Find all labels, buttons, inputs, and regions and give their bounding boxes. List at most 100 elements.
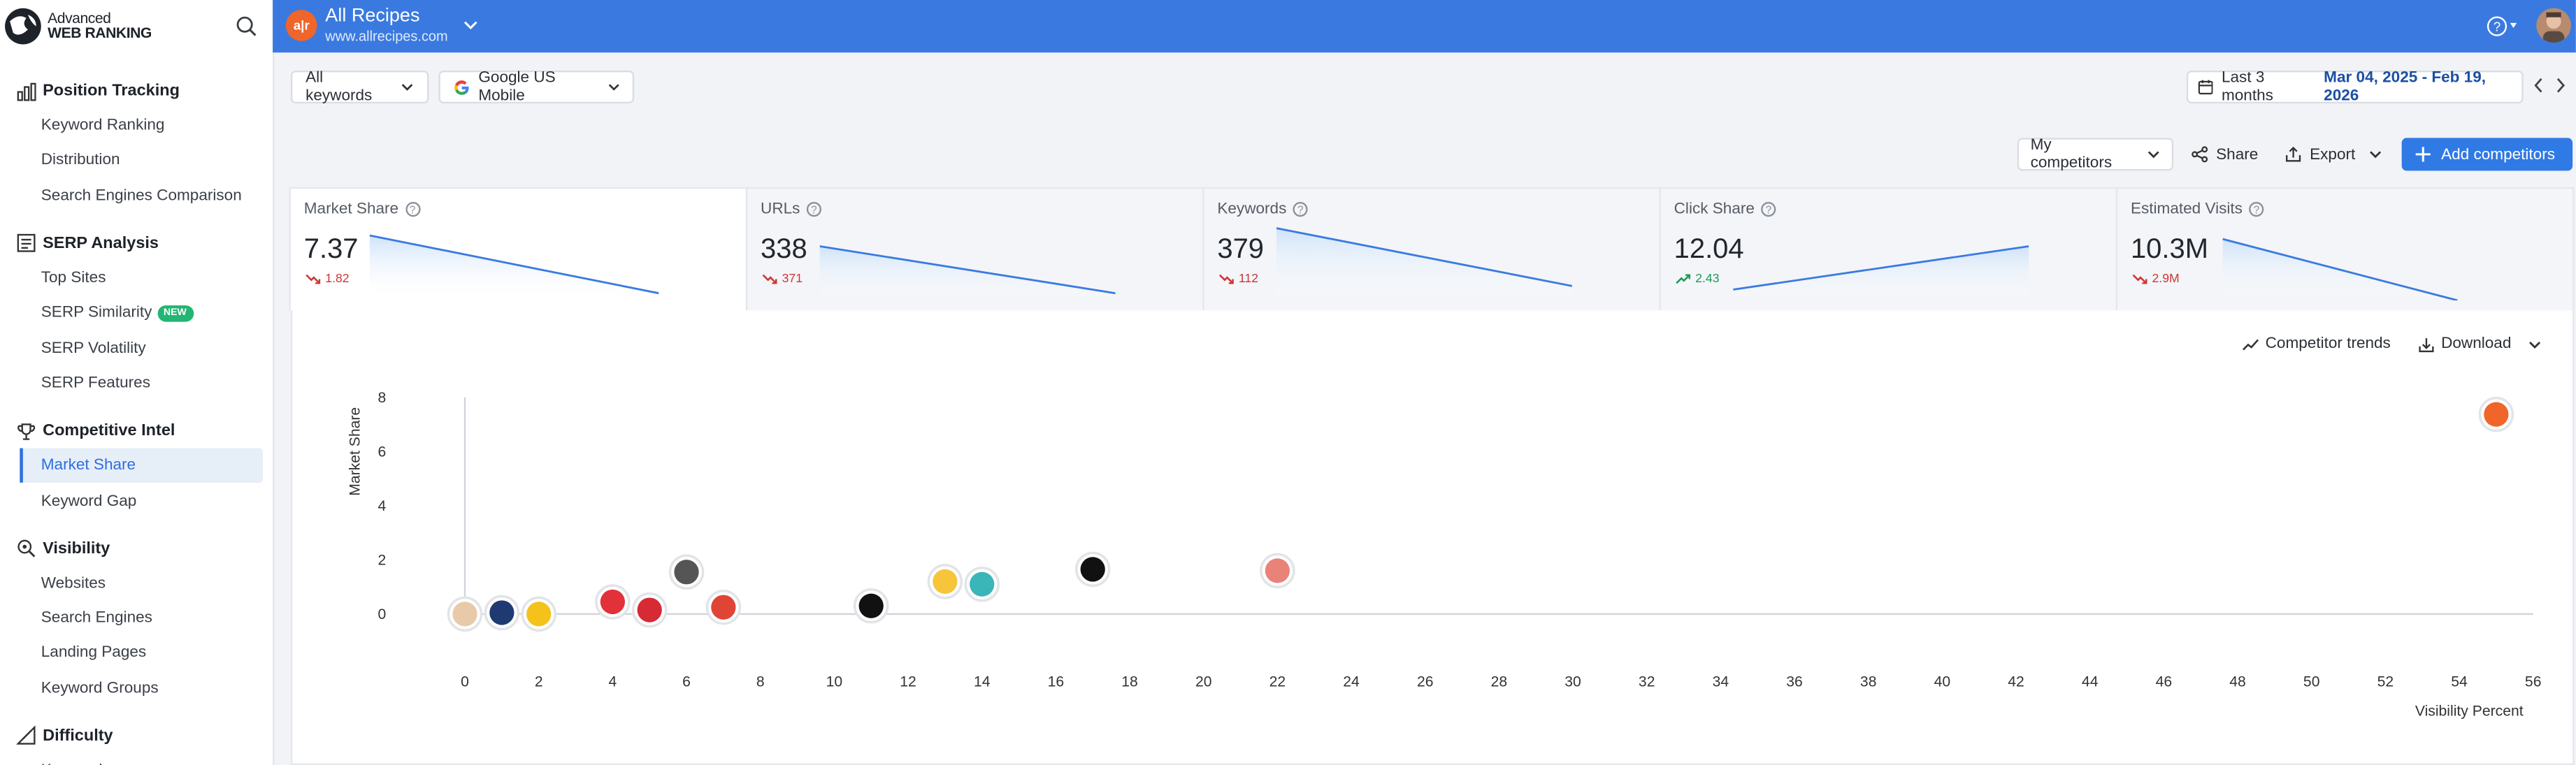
my-competitors-dropdown[interactable]: My competitors: [2017, 136, 2174, 173]
sidebar-item-market-share[interactable]: Market Share: [20, 448, 263, 483]
export-label: Export: [2310, 145, 2356, 163]
sidebar-item-websites[interactable]: Websites: [0, 566, 273, 601]
x-tick-label: 40: [1934, 673, 1951, 690]
help-icon[interactable]: ?: [2487, 16, 2507, 36]
question-icon[interactable]: ?: [405, 202, 420, 217]
sidebar-item-landing-pages[interactable]: Landing Pages: [0, 636, 273, 671]
serp-icon: [17, 234, 36, 253]
question-icon[interactable]: ?: [2249, 202, 2264, 217]
metric-card-urls[interactable]: URLs? 338 371: [745, 187, 1204, 312]
data-point-red-badge-icon[interactable]: [705, 589, 742, 625]
data-point-swirl-heart-icon[interactable]: [668, 554, 705, 590]
sidebar-section-competitive-intel[interactable]: Competitive Intel: [0, 414, 273, 448]
download-dropdown[interactable]: Download: [2418, 335, 2540, 353]
new-badge: NEW: [157, 305, 194, 322]
competitor-trends-button[interactable]: Competitor trends: [2243, 335, 2391, 353]
x-tick-label: 6: [682, 673, 691, 690]
sidebar-item-search-engines-comparison[interactable]: Search Engines Comparison: [0, 178, 273, 213]
add-competitors-button[interactable]: Add competitors: [2401, 138, 2573, 171]
logo-text: Advanced WEB RANKING: [48, 10, 152, 41]
share-button[interactable]: Share: [2192, 138, 2258, 170]
sidebar-item-label: Websites: [41, 574, 106, 592]
sidebar-item-serp-features[interactable]: SERP Features: [0, 366, 273, 401]
data-point-red-square-icon[interactable]: [631, 592, 668, 628]
data-point-yellow-hat-icon[interactable]: [927, 564, 963, 599]
add-competitors-label: Add competitors: [2441, 145, 2556, 163]
x-tick-label: 20: [1195, 673, 1212, 690]
sidebar-section-serp-analysis[interactable]: SERP Analysis: [0, 226, 273, 261]
data-point-letter-f-icon[interactable]: [853, 588, 889, 624]
metric-label: Estimated Visits: [2130, 200, 2243, 219]
data-point-red-whisk-icon[interactable]: [595, 584, 631, 620]
sidebar-item-serp-volatility[interactable]: SERP Volatility: [0, 330, 273, 365]
metric-label-row: Market Share?: [304, 201, 420, 219]
project-chevron-down-icon[interactable]: [463, 20, 478, 31]
previous-period-chevron-icon[interactable]: [2533, 77, 2545, 94]
data-point-letter-p-icon[interactable]: [484, 595, 520, 631]
sidebar-item-serp-similarity[interactable]: SERP Similarity NEW: [0, 296, 273, 330]
x-tick-label: 12: [900, 673, 916, 690]
user-photo-icon: [2536, 8, 2571, 43]
help-caret-icon[interactable]: [2510, 22, 2517, 28]
keywords-filter-dropdown[interactable]: All keywords: [290, 69, 429, 105]
metric-delta-value: 112: [1238, 270, 1259, 286]
user-avatar[interactable]: [2536, 8, 2571, 43]
metric-label: Market Share: [303, 200, 399, 219]
sidebar-item-keyword-ranking[interactable]: Keyword Ranking: [0, 108, 273, 143]
metric-card-click-share[interactable]: Click Share? 12.04 2.43: [1659, 187, 2118, 312]
sidebar-item-keywords[interactable]: Keywords: [0, 753, 273, 765]
search-icon[interactable]: [235, 15, 258, 38]
export-icon: [2286, 146, 2301, 162]
project-logo[interactable]: a|r: [285, 10, 317, 41]
search-engine-dropdown[interactable]: Google US Mobile: [438, 69, 635, 105]
metric-card-market-share[interactable]: Market Share? 7.37 1.82: [289, 187, 748, 312]
metric-label: Click Share: [1674, 200, 1755, 219]
question-icon[interactable]: ?: [1761, 202, 1776, 217]
sidebar-item-label: SERP Volatility: [41, 339, 146, 358]
project-name[interactable]: All Recipes: [325, 6, 419, 26]
y-tick-label: 0: [377, 606, 386, 622]
download-icon: [2419, 337, 2434, 351]
y-tick-label: 4: [377, 498, 386, 514]
data-point-bear-icon[interactable]: [1074, 551, 1111, 588]
trend-down-icon: [2132, 273, 2147, 284]
trend-down-icon: [762, 273, 777, 284]
x-axis-title: Visibility Percent: [2415, 704, 2524, 720]
sidebar-section-difficulty[interactable]: Difficulty: [0, 719, 273, 753]
sidebar-section-visibility[interactable]: Visibility: [0, 532, 273, 566]
metric-label: URLs: [761, 200, 800, 219]
x-tick-label: 28: [1491, 673, 1508, 690]
app-logo[interactable]: Advanced WEB RANKING: [3, 6, 152, 45]
question-icon[interactable]: ?: [1293, 202, 1308, 217]
next-period-chevron-icon[interactable]: [2554, 77, 2566, 94]
metric-delta: 371: [762, 271, 803, 286]
chevron-down-icon: [2369, 151, 2381, 159]
top-bar: a|r All Recipes www.allrecipes.com ?: [273, 0, 2576, 53]
x-tick-label: 2: [535, 673, 543, 690]
metric-card-keywords[interactable]: Keywords? 379 112: [1202, 187, 1661, 312]
sidebar-item-keyword-groups[interactable]: Keyword Groups: [0, 671, 273, 706]
sidebar-section-label: Position Tracking: [43, 82, 180, 101]
metric-card-estimated-visits[interactable]: Estimated Visits? 10.3M 2.9M: [2115, 187, 2575, 312]
sparkline: [1276, 227, 1572, 301]
data-point-allrecipes-logo-icon[interactable]: [2478, 396, 2514, 432]
sidebar: Advanced WEB RANKING Position Tracking Ke…: [0, 0, 275, 765]
x-tick-label: 46: [2156, 673, 2173, 690]
data-point-teal-flower-icon[interactable]: [964, 566, 1000, 602]
sidebar-section-position-tracking[interactable]: Position Tracking: [0, 74, 273, 108]
y-tick-label: 2: [377, 552, 386, 568]
sparkline: [819, 245, 1116, 301]
data-point-person-photo-icon[interactable]: [447, 596, 483, 632]
metric-delta: 2.9M: [2132, 271, 2180, 286]
sidebar-item-search-engines[interactable]: Search Engines: [0, 601, 273, 636]
sidebar-item-top-sites[interactable]: Top Sites: [0, 261, 273, 296]
data-point-striped-s-icon[interactable]: [1260, 553, 1295, 589]
sidebar-item-distribution[interactable]: Distribution: [0, 143, 273, 178]
question-icon[interactable]: ?: [806, 202, 821, 217]
export-dropdown[interactable]: Export: [2285, 138, 2382, 170]
sidebar-item-keyword-gap[interactable]: Keyword Gap: [0, 483, 273, 518]
sidebar-section-label: Visibility: [43, 539, 110, 558]
data-point-asterisk-icon[interactable]: [521, 596, 556, 632]
x-tick-label: 38: [1860, 673, 1877, 690]
date-range-picker[interactable]: Last 3 months Mar 04, 2025 - Feb 19, 202…: [2186, 69, 2524, 105]
